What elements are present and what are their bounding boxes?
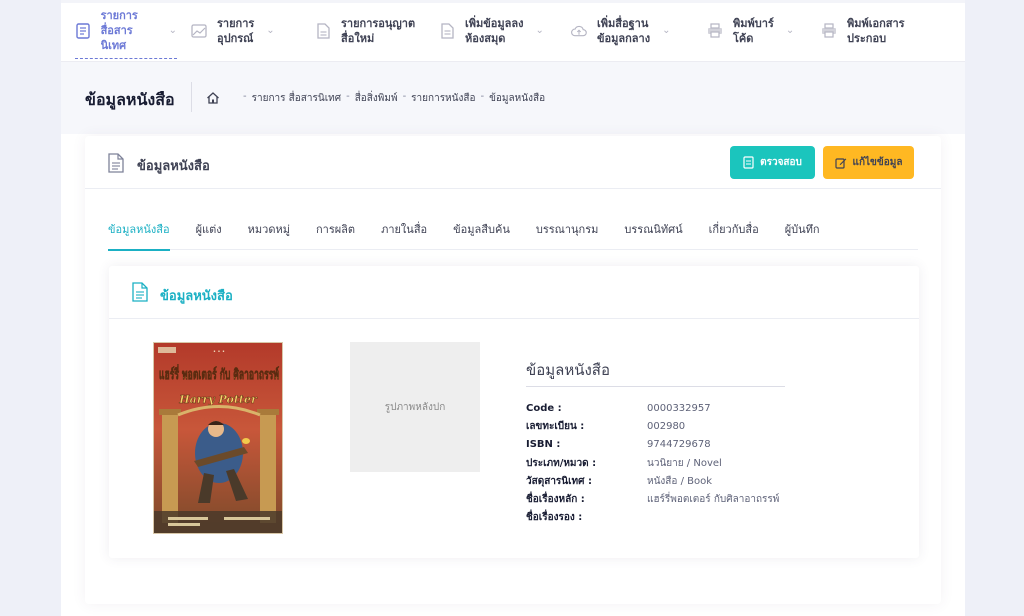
check-button[interactable]: ตรวจสอบ — [730, 146, 815, 179]
panel-title: ข้อมูลหนังสือ — [160, 289, 233, 304]
info-row-register-number: เลขทะเบียน : 002980 — [526, 418, 779, 436]
chevron-down-icon: ⌄ — [168, 25, 177, 36]
info-value: 9744729678 — [647, 439, 711, 451]
back-cover-label: รูปภาพหลังปก — [384, 401, 446, 413]
info-label: เลขทะเบียน : — [526, 421, 585, 433]
info-label: Code : — [526, 403, 562, 414]
cover-title-english: Harry Potter — [178, 393, 258, 406]
book-info-card: ข้อมูลหนังสือ ตรวจสอบ แก้ไขข้อมูล ข้อมูล… — [85, 136, 941, 604]
printer-icon — [821, 22, 837, 40]
breadcrumb: - รายการ สื่อสารนิเทศ - สื่อสิ่งพิมพ์ - … — [238, 91, 545, 106]
book-info-list: Code : 0000332957 เลขทะเบียน : 002980 IS… — [526, 400, 779, 527]
chevron-down-icon: ⌄ — [535, 25, 544, 36]
nav-label: รายการอนุญาต สื่อใหม่ — [341, 16, 416, 45]
info-label: ISBN : — [526, 439, 561, 451]
info-row-isbn: ISBN : 9744729678 — [526, 436, 779, 454]
breadcrumb-item[interactable]: รายการ สื่อสารนิเทศ — [252, 91, 341, 106]
chevron-down-icon: ⌄ — [662, 25, 671, 36]
book-detail-panel: ข้อมูลหนังสือ • • • แฮร์รี่ พอตเตอร์ กับ… — [109, 266, 919, 558]
info-value: 002980 — [647, 421, 686, 433]
cover-title-thai: แฮร์รี่ พอตเตอร์ กับ ศิลาอาถรรพ์ — [159, 364, 279, 383]
tab-annotation[interactable]: บรรณนิทัศน์ — [624, 218, 682, 250]
document-add-icon — [439, 22, 455, 40]
panel-header: ข้อมูลหนังสือ — [109, 266, 919, 319]
info-divider — [526, 386, 785, 387]
info-value: หนังสือ / Book — [647, 475, 713, 487]
subheader-divider — [191, 82, 192, 112]
nav-item-new-media-permission[interactable]: รายการอนุญาต สื่อใหม่ — [315, 11, 425, 51]
info-label: วัสดุสารนิเทศ : — [526, 475, 592, 487]
cloud-upload-icon — [571, 22, 587, 40]
printer-icon — [707, 22, 723, 40]
document-icon — [132, 282, 148, 302]
edit-button[interactable]: แก้ไขข้อมูล — [823, 146, 914, 179]
back-cover-placeholder: รูปภาพหลังปก — [350, 342, 480, 472]
breadcrumb-item[interactable]: สื่อสิ่งพิมพ์ — [355, 91, 398, 106]
tab-category[interactable]: หมวดหมู่ — [248, 218, 290, 250]
document-icon — [315, 22, 331, 40]
info-label: ชื่อเรื่องหลัก : — [526, 493, 585, 505]
tab-bar: ข้อมูลหนังสือ ผู้แต่ง หมวดหมู่ การผลิต ภ… — [108, 218, 918, 251]
document-icon — [108, 153, 124, 173]
breadcrumb-item[interactable]: รายการหนังสือ — [411, 91, 475, 106]
page-title: ข้อมูลหนังสือ — [85, 90, 175, 109]
nav-label: รายการ อุปกรณ์ — [217, 16, 255, 45]
svg-text:• • •: • • • — [213, 349, 225, 355]
card-title: ข้อมูลหนังสือ — [137, 159, 210, 174]
tab-author[interactable]: ผู้แต่ง — [196, 218, 222, 250]
nav-item-media-list[interactable]: รายการ สื่อสารนิเทศ ⌄ — [75, 9, 177, 59]
top-strip — [61, 0, 965, 3]
info-value: 0000332957 — [647, 403, 711, 414]
tab-recorder[interactable]: ผู้บันทึก — [785, 218, 820, 250]
breadcrumb-separator: - — [480, 91, 485, 102]
nav-item-print-documents[interactable]: พิมพ์เอกสาร ประกอบ — [821, 11, 931, 51]
nav-label: พิมพ์บาร์ โค้ด — [733, 16, 774, 45]
nav-item-add-central-media[interactable]: เพิ่มสื่อฐาน ข้อมูลกลาง ⌄ — [571, 11, 693, 51]
card-header: ข้อมูลหนังสือ ตรวจสอบ แก้ไขข้อมูล — [85, 136, 941, 189]
chevron-down-icon: ⌄ — [266, 25, 275, 36]
nav-label: พิมพ์เอกสาร ประกอบ — [847, 16, 905, 45]
app-shell: รายการ สื่อสารนิเทศ ⌄ รายการ อุปกรณ์ ⌄ ร… — [61, 0, 965, 616]
home-icon[interactable] — [206, 90, 220, 104]
tab-about-media[interactable]: เกี่ยวกับสื่อ — [709, 218, 759, 250]
checklist-icon — [743, 156, 754, 169]
nav-item-equipment-list[interactable]: รายการ อุปกรณ์ ⌄ — [191, 11, 301, 51]
book-cover-image: • • • แฮร์รี่ พอตเตอร์ กับ ศิลาอาถรรพ์ H… — [153, 342, 283, 534]
tab-search-info[interactable]: ข้อมูลสืบค้น — [453, 218, 510, 250]
info-row-material: วัสดุสารนิเทศ : หนังสือ / Book — [526, 473, 779, 491]
info-row-category: ประเภท/หมวด : นวนิยาย / Novel — [526, 455, 779, 473]
tab-bibliography[interactable]: บรรณานุกรม — [536, 218, 599, 250]
image-icon — [191, 22, 207, 40]
nav-item-add-to-library[interactable]: เพิ่มข้อมูลลง ห้องสมุด ⌄ — [439, 11, 557, 51]
nav-label: เพิ่มข้อมูลลง ห้องสมุด — [465, 16, 524, 45]
nav-item-print-barcode[interactable]: พิมพ์บาร์ โค้ด ⌄ — [707, 11, 807, 51]
breadcrumb-separator: - — [243, 91, 247, 102]
nav-label: รายการ สื่อสารนิเทศ — [100, 9, 138, 52]
tab-production[interactable]: การผลิต — [316, 218, 355, 250]
tab-book-info[interactable]: ข้อมูลหนังสือ — [108, 218, 170, 251]
info-value: นวนิยาย / Novel — [647, 457, 722, 469]
tab-contents[interactable]: ภายในสื่อ — [381, 218, 427, 250]
document-list-icon — [75, 22, 91, 40]
info-row-main-title: ชื่อเรื่องหลัก : แฮร์รี่พอตเตอร์ กับศิลา… — [526, 491, 779, 509]
nav-label: เพิ่มสื่อฐาน ข้อมูลกลาง — [597, 16, 651, 45]
info-row-subtitle: ชื่อเรื่องรอง : — [526, 509, 779, 527]
edit-icon — [834, 157, 847, 169]
check-button-label: ตรวจสอบ — [760, 157, 802, 168]
info-label: ประเภท/หมวด : — [526, 457, 597, 469]
breadcrumb-item: ข้อมูลหนังสือ — [489, 93, 546, 104]
info-title: ข้อมูลหนังสือ — [526, 361, 610, 379]
info-row-code: Code : 0000332957 — [526, 400, 779, 418]
chevron-down-icon: ⌄ — [785, 25, 795, 36]
info-value: แฮร์รี่พอตเตอร์ กับศิลาอาถรรพ์ — [647, 493, 780, 505]
breadcrumb-separator: - — [402, 91, 407, 102]
breadcrumb-separator: - — [346, 91, 350, 102]
info-label: ชื่อเรื่องรอง : — [526, 512, 583, 524]
edit-button-label: แก้ไขข้อมูล — [852, 157, 903, 168]
top-navigation: รายการ สื่อสารนิเทศ ⌄ รายการ อุปกรณ์ ⌄ ร… — [61, 0, 965, 62]
